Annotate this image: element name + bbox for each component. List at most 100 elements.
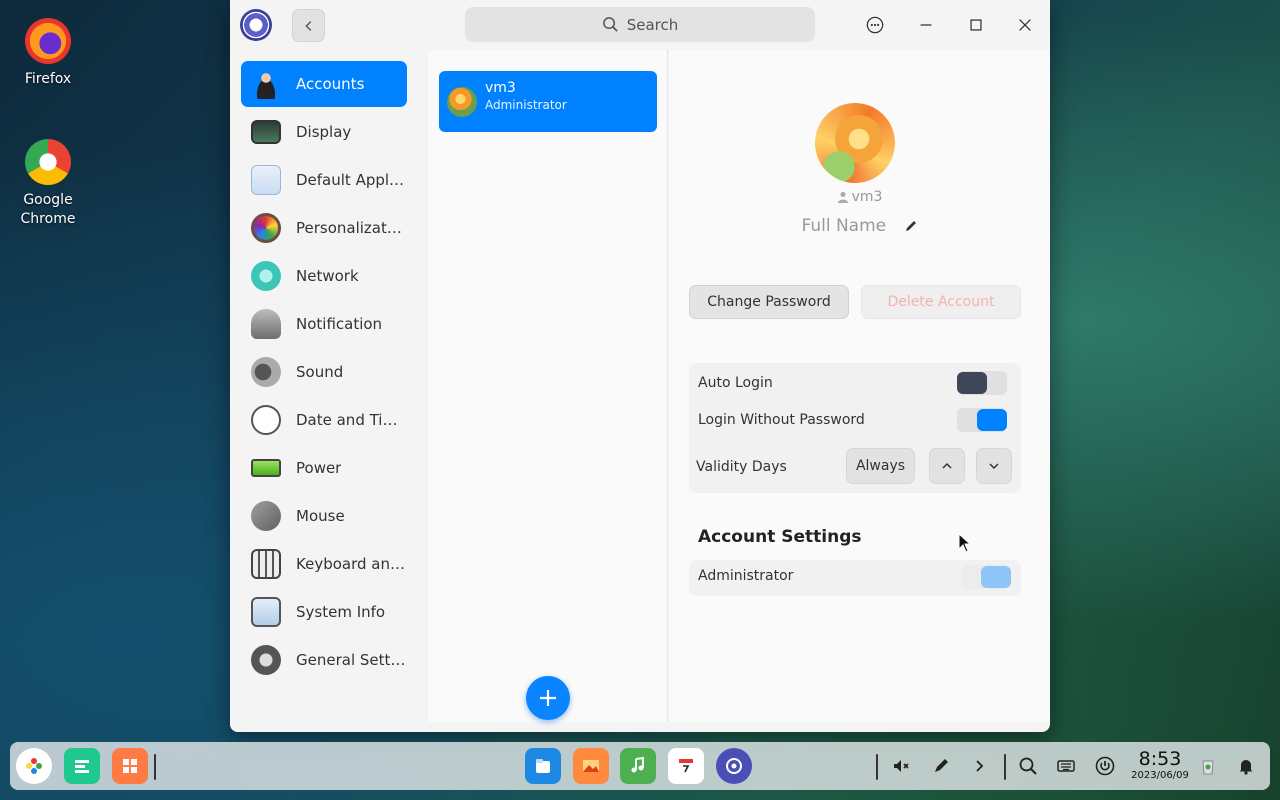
- account-settings-group: Administrator: [689, 560, 1021, 596]
- launcher-icon: [26, 758, 42, 774]
- system-info-icon: [251, 597, 281, 627]
- music-button[interactable]: [620, 748, 656, 784]
- display-icon: [251, 120, 281, 144]
- global-search-button[interactable]: [1010, 748, 1046, 784]
- accounts-icon: [251, 69, 281, 99]
- image-viewer-button[interactable]: [573, 748, 609, 784]
- sidebar-item-label: General Settin...: [296, 651, 406, 669]
- close-icon: [1019, 19, 1031, 31]
- auto-login-toggle[interactable]: [957, 371, 1007, 395]
- music-icon: [631, 756, 644, 773]
- trash-icon: [1202, 760, 1214, 775]
- notification-icon: [251, 309, 281, 339]
- sidebar-item-label: Sound: [296, 363, 344, 381]
- change-password-button[interactable]: Change Password: [689, 285, 849, 319]
- account-detail: vm3 Full Name Change Password Delete Acc…: [669, 50, 1050, 722]
- validity-days-value[interactable]: Always: [846, 448, 915, 484]
- mouse-icon: [251, 501, 281, 531]
- trash-button[interactable]: [1190, 748, 1226, 784]
- full-name-field[interactable]: Full Name: [669, 216, 1050, 236]
- tray-expand-button[interactable]: [961, 748, 997, 784]
- avatar: [447, 87, 477, 117]
- sidebar-item-default-applications[interactable]: Default Applic...: [241, 157, 407, 203]
- control-center-button[interactable]: [716, 748, 752, 784]
- bell-icon: [1239, 760, 1253, 775]
- multitask-view-button[interactable]: [64, 748, 100, 784]
- sidebar: Accounts Display Default Applic... Perso…: [230, 50, 418, 732]
- user-list: vm3 Administrator: [428, 50, 668, 722]
- menu-button[interactable]: [861, 11, 889, 39]
- add-user-button[interactable]: [526, 676, 570, 720]
- dock-separator: [154, 754, 156, 780]
- minimize-icon: [920, 24, 932, 26]
- sidebar-item-date-time[interactable]: Date and Time: [241, 397, 407, 443]
- sidebar-item-label: Default Applic...: [296, 171, 406, 189]
- login-settings-group: Auto Login Login Without Password Validi…: [689, 363, 1021, 493]
- pen-icon: [935, 759, 948, 772]
- sidebar-item-general-settings[interactable]: General Settin...: [241, 637, 407, 683]
- control-center-window: Search Accounts Display Default Applic..…: [230, 0, 1050, 732]
- search-icon: [1019, 757, 1037, 775]
- sidebar-item-notification[interactable]: Notification: [241, 301, 407, 347]
- sidebar-item-sound[interactable]: Sound: [241, 349, 407, 395]
- user-list-item[interactable]: vm3 Administrator: [439, 71, 657, 132]
- login-without-password-label: Login Without Password: [698, 412, 865, 428]
- sidebar-item-system-info[interactable]: System Info: [241, 589, 407, 635]
- workspace-button[interactable]: [112, 748, 148, 784]
- file-manager-button[interactable]: [525, 748, 561, 784]
- mouse-cursor-icon: [958, 533, 972, 553]
- edit-icon[interactable]: [904, 219, 918, 233]
- file-manager-icon: [536, 759, 550, 773]
- dock-separator: [876, 754, 878, 780]
- sidebar-item-label: Network: [296, 267, 359, 285]
- sidebar-item-keyboard[interactable]: Keyboard and ...: [241, 541, 407, 587]
- login-without-password-toggle[interactable]: [957, 408, 1007, 432]
- sidebar-item-label: Keyboard and ...: [296, 555, 406, 573]
- desktop-firefox[interactable]: Firefox: [3, 18, 93, 89]
- dock-separator: [1004, 754, 1006, 780]
- sidebar-item-label: Display: [296, 123, 352, 141]
- sidebar-item-mouse[interactable]: Mouse: [241, 493, 407, 539]
- sidebar-item-personalization[interactable]: Personalization: [241, 205, 407, 251]
- desktop-chrome[interactable]: Google Chrome: [3, 139, 93, 229]
- sidebar-item-display[interactable]: Display: [241, 109, 407, 155]
- toggle-knob: [981, 566, 1011, 588]
- validity-decrease-button[interactable]: [976, 448, 1012, 484]
- launcher-button[interactable]: [16, 748, 52, 784]
- sidebar-item-power[interactable]: Power: [241, 445, 407, 491]
- keyboard-icon: [251, 549, 281, 579]
- administrator-toggle[interactable]: [961, 565, 1011, 589]
- maximize-icon: [970, 19, 982, 31]
- sidebar-item-network[interactable]: Network: [241, 253, 407, 299]
- volume-button[interactable]: [883, 748, 919, 784]
- validity-increase-button[interactable]: [929, 448, 965, 484]
- chevron-right-icon: [976, 760, 984, 772]
- sidebar-item-label: Notification: [296, 315, 383, 333]
- close-button[interactable]: [1011, 11, 1039, 39]
- notification-center-button[interactable]: [1228, 748, 1264, 784]
- validity-days-label: Validity Days: [696, 459, 787, 475]
- personalization-icon: [251, 213, 281, 243]
- search-icon: [602, 17, 618, 32]
- date-time-icon: [251, 405, 281, 435]
- screenshot-button[interactable]: [923, 748, 959, 784]
- maximize-button[interactable]: [962, 11, 990, 39]
- toggle-knob: [977, 409, 1007, 431]
- power-icon: [1095, 756, 1115, 776]
- general-settings-icon: [251, 645, 281, 675]
- plus-icon: [540, 690, 556, 706]
- onscreen-keyboard-button[interactable]: [1048, 748, 1084, 784]
- administrator-label: Administrator: [698, 568, 794, 584]
- calendar-button[interactable]: [668, 748, 704, 784]
- username-label: vm3: [669, 189, 1050, 207]
- clock-date: 2023/06/09: [1131, 770, 1189, 781]
- sidebar-item-accounts[interactable]: Accounts: [241, 61, 407, 107]
- power-button[interactable]: [1087, 748, 1123, 784]
- search-input[interactable]: Search: [465, 7, 815, 42]
- toggle-knob: [957, 372, 987, 394]
- back-button[interactable]: [292, 9, 325, 42]
- minimize-button[interactable]: [912, 11, 940, 39]
- avatar[interactable]: [815, 103, 895, 183]
- delete-account-button[interactable]: Delete Account: [861, 285, 1021, 319]
- clock[interactable]: 8:53 2023/06/09: [1128, 748, 1192, 782]
